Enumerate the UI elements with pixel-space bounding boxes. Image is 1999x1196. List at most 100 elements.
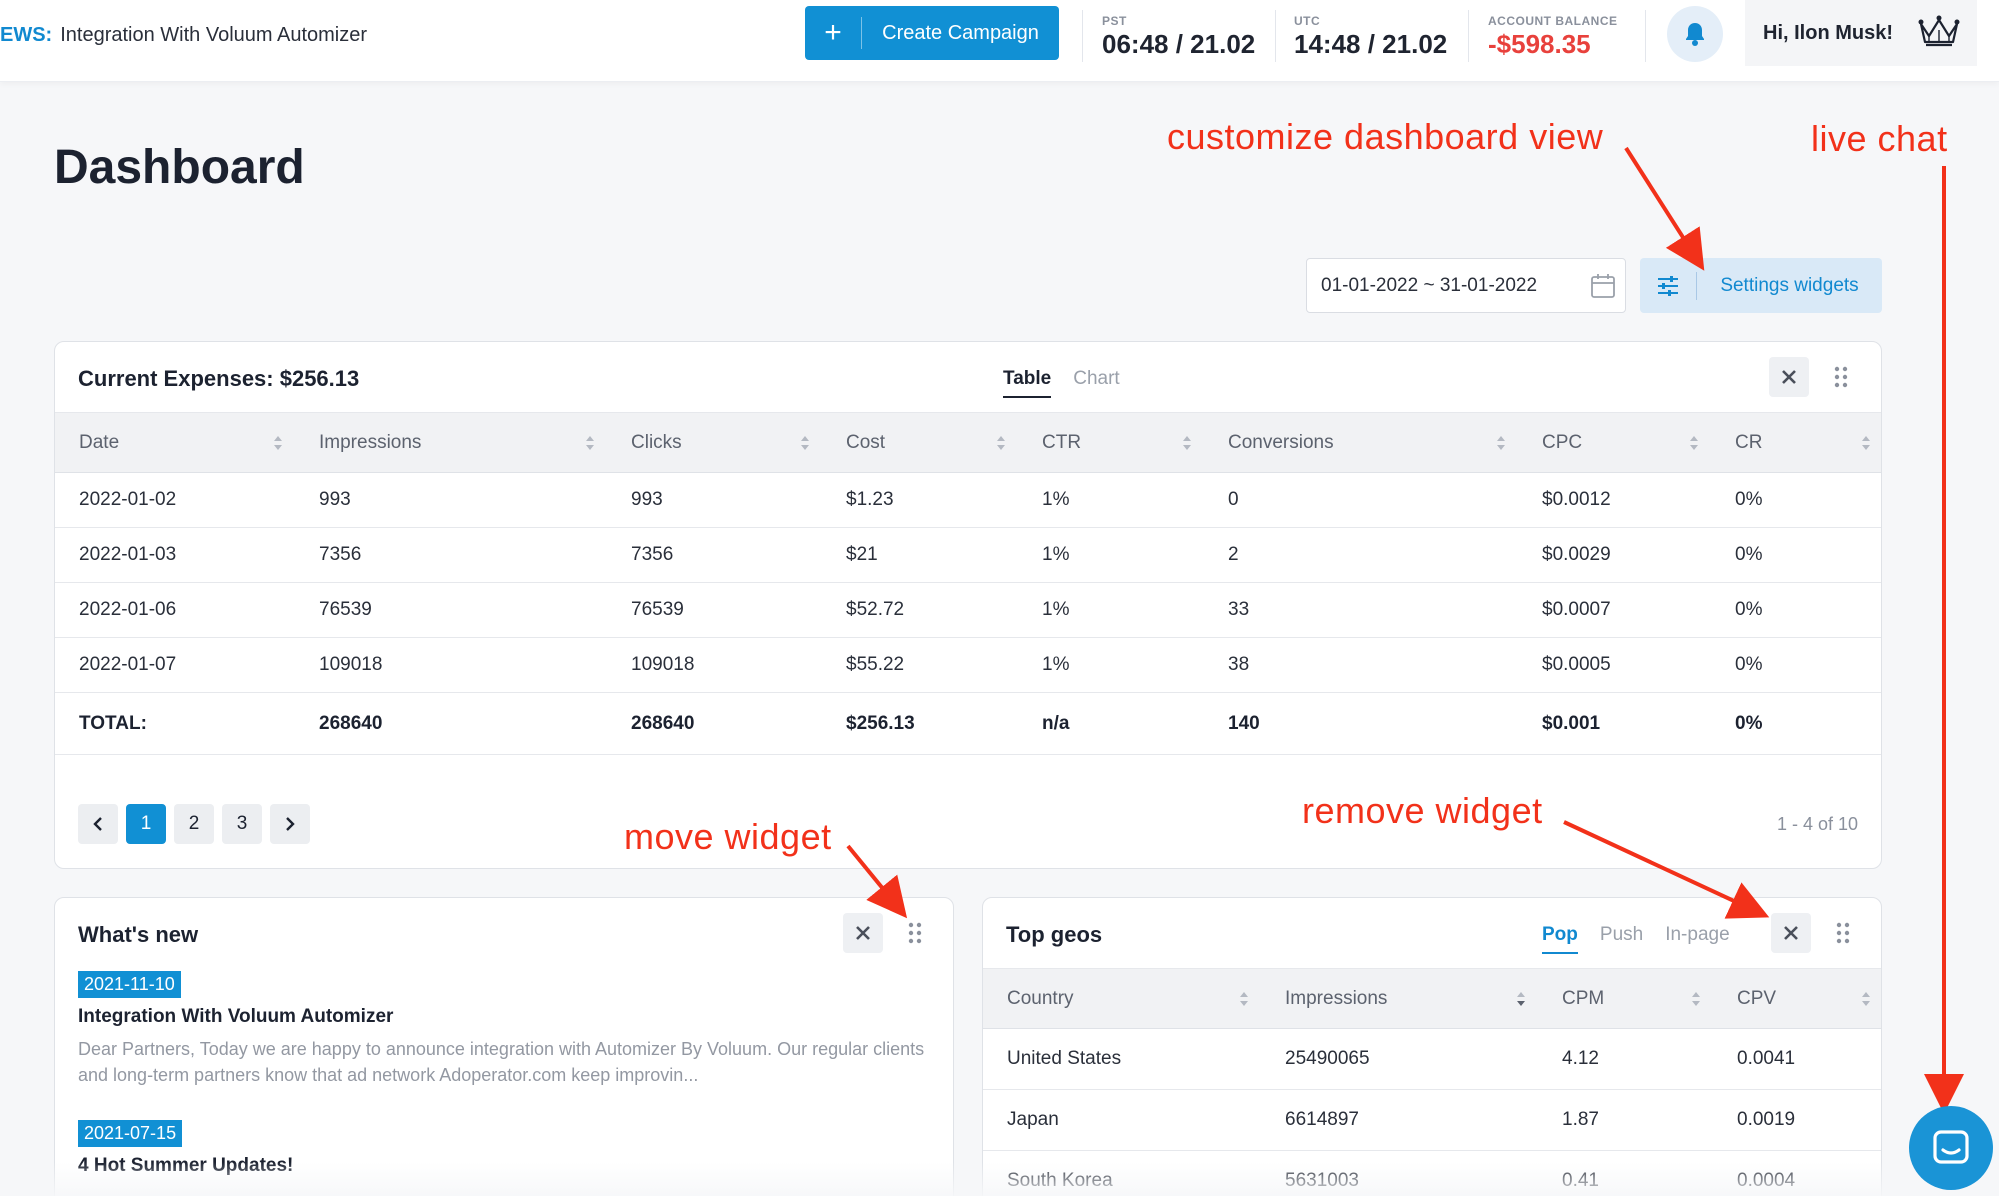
news-title[interactable]: 4 Hot Summer Updates!: [78, 1155, 928, 1177]
utc-time: 14:48 / 21.02: [1294, 29, 1448, 59]
table-cell: 6614897: [1261, 1089, 1538, 1151]
column-header[interactable]: Conversions: [1204, 412, 1518, 473]
table-cell: 1.87: [1538, 1089, 1713, 1151]
table-cell: 993: [295, 472, 607, 528]
current-expenses-widget: Current Expenses: $256.13 Table Chart Da…: [54, 341, 1882, 869]
column-header[interactable]: CR: [1711, 412, 1881, 473]
view-tabs: Table Chart: [1003, 368, 1142, 398]
table-cell: 0.0004: [1713, 1150, 1881, 1196]
table-cell: 2022-01-06: [55, 582, 295, 638]
table-row: 2022-01-03 7356 7356 $21 1% 2 $0.0029 0%: [55, 527, 1881, 583]
drag-handle[interactable]: [1831, 363, 1851, 391]
table-cell: 5631003: [1261, 1150, 1538, 1196]
column-header[interactable]: CTR: [1018, 412, 1204, 473]
table-cell: $0.0005: [1518, 637, 1711, 693]
table-cell: 0.41: [1538, 1150, 1713, 1196]
tab-in-page[interactable]: In-page: [1665, 924, 1729, 954]
sort-icon: [586, 436, 594, 450]
drag-handle[interactable]: [905, 919, 925, 947]
widget-title: Current Expenses: $256.13: [78, 366, 360, 391]
column-header[interactable]: Impressions: [1261, 968, 1538, 1029]
remove-widget-button[interactable]: [1771, 913, 1811, 953]
user-greeting: Hi, Ilon Musk!: [1763, 21, 1893, 44]
tab-chart[interactable]: Chart: [1073, 368, 1119, 398]
divider: [1275, 10, 1276, 62]
drag-dots-icon: [1834, 366, 1848, 388]
tab-push[interactable]: Push: [1600, 924, 1643, 954]
utc-clock: UTC 14:48 / 21.02: [1294, 14, 1447, 60]
column-header[interactable]: CPC: [1518, 412, 1711, 473]
expenses-table: Date Impressions Clicks Cost CTR Convers…: [55, 412, 1881, 755]
column-header[interactable]: CPM: [1538, 968, 1713, 1029]
date-range-value: 01-01-2022 ~ 31-01-2022: [1321, 274, 1538, 296]
divider: [1082, 10, 1083, 62]
plus-icon: +: [824, 16, 842, 49]
annotation-move-widget: move widget: [624, 816, 832, 857]
remove-widget-button[interactable]: [843, 913, 883, 953]
top-geos-widget: Top geos Pop Push In-page Country Impres…: [982, 897, 1882, 1196]
table-cell: $0.0029: [1518, 527, 1711, 583]
notifications-button[interactable]: [1667, 6, 1723, 62]
table-cell: $256.13: [822, 692, 1018, 755]
column-header[interactable]: CPV: [1713, 968, 1881, 1029]
drag-handle[interactable]: [1833, 919, 1853, 947]
divider: [1468, 10, 1469, 62]
news-title[interactable]: Integration With Voluum Automizer: [78, 1006, 928, 1028]
table-cell: $0.0012: [1518, 472, 1711, 528]
sort-icon: [801, 436, 809, 450]
sort-icon: [1862, 436, 1870, 450]
news-headline[interactable]: Integration With Voluum Automizer: [60, 24, 367, 46]
tab-pop[interactable]: Pop: [1542, 924, 1578, 954]
column-header[interactable]: Clicks: [607, 412, 822, 473]
page-button[interactable]: 3: [222, 804, 262, 844]
settings-widgets-button[interactable]: Settings widgets: [1640, 258, 1882, 313]
account-balance: ACCOUNT BALANCE -$598.35: [1488, 14, 1618, 60]
table-cell: 140: [1204, 692, 1518, 755]
drag-dots-icon: [1836, 922, 1850, 944]
page-button[interactable]: 1: [126, 804, 166, 844]
news-item[interactable]: 2021-11-10 Integration With Voluum Autom…: [78, 971, 928, 1088]
live-chat-button[interactable]: [1909, 1106, 1993, 1190]
table-cell: $21: [822, 527, 1018, 583]
column-header[interactable]: Impressions: [295, 412, 607, 473]
date-range-picker[interactable]: 01-01-2022 ~ 31-01-2022: [1306, 258, 1626, 313]
prev-page-button[interactable]: [78, 804, 118, 844]
pst-time: 06:48 / 21.02: [1102, 29, 1256, 59]
table-cell: 1%: [1018, 527, 1204, 583]
sort-icon: [1240, 992, 1248, 1006]
table-cell: 7356: [607, 527, 822, 583]
table-cell: 2022-01-07: [55, 637, 295, 693]
table-cell: $0.0007: [1518, 582, 1711, 638]
table-cell: 0: [1204, 472, 1518, 528]
sliders-icon: [1640, 275, 1696, 297]
news-ticker[interactable]: EWS: Integration With Voluum Automizer: [0, 24, 367, 47]
news-item[interactable]: 2021-07-15 4 Hot Summer Updates!: [78, 1120, 928, 1177]
table-cell: 0%: [1711, 582, 1881, 638]
column-header[interactable]: Cost: [822, 412, 1018, 473]
create-campaign-button[interactable]: + Create Campaign: [805, 6, 1059, 60]
drag-dots-icon: [908, 922, 922, 944]
table-cell: 0%: [1711, 692, 1881, 755]
tab-table[interactable]: Table: [1003, 368, 1052, 398]
page-button[interactable]: 2: [174, 804, 214, 844]
news-date-badge: 2021-07-15: [78, 1120, 183, 1147]
table-cell: 109018: [295, 637, 607, 693]
table-cell: 76539: [607, 582, 822, 638]
table-cell: 76539: [295, 582, 607, 638]
table-row: 2022-01-06 76539 76539 $52.72 1% 33 $0.0…: [55, 582, 1881, 638]
table-cell: 4.12: [1538, 1028, 1713, 1090]
sort-icon: [1183, 436, 1191, 450]
table-header-row: Date Impressions Clicks Cost CTR Convers…: [55, 412, 1881, 473]
table-cell: $52.72: [822, 582, 1018, 638]
divider: [1645, 10, 1646, 62]
remove-widget-button[interactable]: [1769, 357, 1809, 397]
table-cell: 0%: [1711, 637, 1881, 693]
sort-icon: [997, 436, 1005, 450]
column-header[interactable]: Date: [55, 412, 295, 473]
next-page-button[interactable]: [270, 804, 310, 844]
top-geos-table: Country Impressions CPM CPV United State…: [983, 968, 1881, 1196]
table-cell: n/a: [1018, 692, 1204, 755]
pst-label: PST: [1102, 14, 1127, 28]
column-header[interactable]: Country: [983, 968, 1261, 1029]
user-menu[interactable]: Hi, Ilon Musk!: [1745, 0, 1977, 66]
